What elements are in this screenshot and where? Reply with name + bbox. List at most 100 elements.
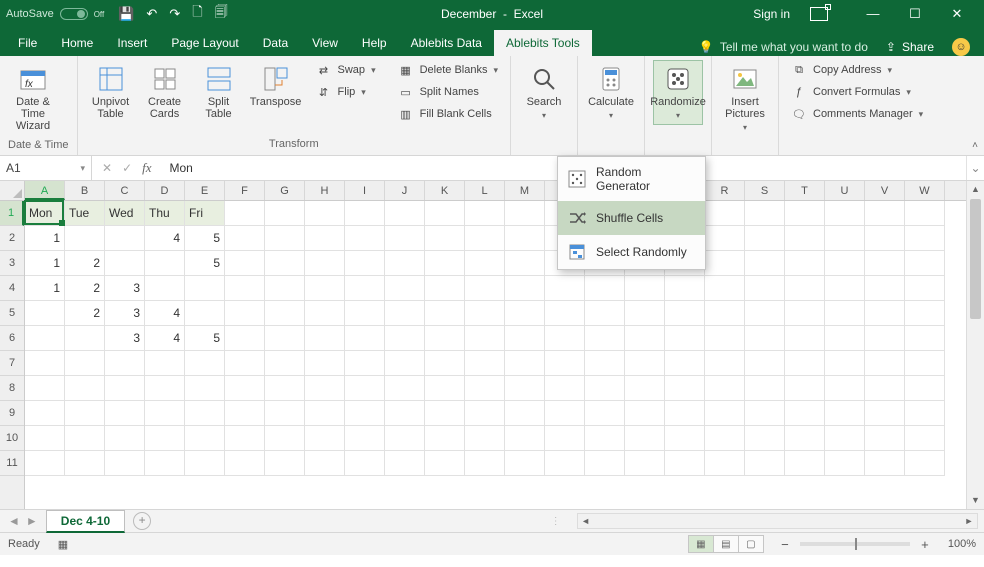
cell[interactable] — [825, 201, 865, 226]
cell[interactable] — [425, 226, 465, 251]
cell[interactable] — [745, 326, 785, 351]
cell[interactable] — [25, 326, 65, 351]
cell[interactable] — [825, 226, 865, 251]
cell[interactable] — [705, 301, 745, 326]
page-layout-view-icon[interactable]: ▤ — [713, 535, 739, 553]
cell[interactable] — [345, 351, 385, 376]
cell[interactable] — [625, 451, 665, 476]
convert-formulas-button[interactable]: ƒConvert Formulas — [787, 82, 927, 102]
cell[interactable] — [425, 351, 465, 376]
tell-me-search[interactable]: 💡 Tell me what you want to do — [699, 40, 868, 54]
row-header-7[interactable]: 7 — [0, 351, 24, 376]
cell[interactable] — [505, 276, 545, 301]
cell[interactable] — [665, 301, 705, 326]
vertical-scrollbar[interactable]: ▲ ▼ — [966, 181, 984, 509]
cell[interactable] — [785, 376, 825, 401]
new-file-icon[interactable]: 🗋 — [192, 3, 202, 25]
col-header-B[interactable]: B — [65, 181, 105, 200]
cell[interactable] — [305, 451, 345, 476]
zoom-in-button[interactable]: + — [918, 537, 932, 552]
cell[interactable] — [145, 376, 185, 401]
cell[interactable] — [65, 376, 105, 401]
cell[interactable] — [225, 351, 265, 376]
cell[interactable] — [545, 451, 585, 476]
enter-formula-icon[interactable]: ✓ — [122, 161, 132, 175]
col-header-T[interactable]: T — [785, 181, 825, 200]
cell[interactable] — [65, 401, 105, 426]
cell[interactable] — [105, 376, 145, 401]
cell[interactable] — [865, 226, 905, 251]
cell[interactable] — [745, 226, 785, 251]
cell[interactable] — [785, 251, 825, 276]
cell[interactable]: 4 — [145, 301, 185, 326]
undo-icon[interactable]: ↶ — [146, 6, 157, 22]
cell[interactable] — [905, 301, 945, 326]
col-header-D[interactable]: D — [145, 181, 185, 200]
cell[interactable] — [105, 426, 145, 451]
cell[interactable]: 5 — [185, 326, 225, 351]
cell[interactable] — [865, 451, 905, 476]
cell[interactable] — [745, 276, 785, 301]
cell[interactable] — [385, 226, 425, 251]
cell[interactable] — [385, 451, 425, 476]
cells-area[interactable]: MonTueWedThuFri145125123234345 — [25, 201, 966, 509]
cell[interactable] — [65, 351, 105, 376]
cell[interactable] — [665, 351, 705, 376]
col-header-G[interactable]: G — [265, 181, 305, 200]
col-header-K[interactable]: K — [425, 181, 465, 200]
cell[interactable] — [425, 376, 465, 401]
col-header-W[interactable]: W — [905, 181, 945, 200]
cell[interactable] — [865, 401, 905, 426]
col-header-S[interactable]: S — [745, 181, 785, 200]
cell[interactable]: 5 — [185, 251, 225, 276]
cell[interactable] — [185, 426, 225, 451]
cell[interactable] — [425, 451, 465, 476]
search-button[interactable]: Search ▾ — [519, 60, 569, 125]
cell[interactable] — [545, 351, 585, 376]
cell[interactable] — [665, 426, 705, 451]
share-button[interactable]: ⇪ Share — [886, 40, 934, 54]
autosave-toggle[interactable]: AutoSave Off — [6, 8, 104, 20]
close-button[interactable]: ✕ — [942, 6, 972, 22]
cell[interactable] — [105, 251, 145, 276]
delete-blanks-button[interactable]: ▦Delete Blanks — [394, 60, 502, 80]
row-header-9[interactable]: 9 — [0, 401, 24, 426]
cell[interactable] — [265, 351, 305, 376]
cell[interactable]: 4 — [145, 226, 185, 251]
cell[interactable] — [385, 301, 425, 326]
tab-ablebits-tools[interactable]: Ablebits Tools — [494, 30, 592, 56]
cell[interactable] — [305, 401, 345, 426]
name-box[interactable]: A1 ▾ — [0, 156, 92, 180]
split-names-button[interactable]: ▭Split Names — [394, 82, 502, 102]
cell[interactable] — [465, 276, 505, 301]
transpose-button[interactable]: Transpose — [248, 60, 304, 113]
expand-formula-bar-icon[interactable]: ⌄ — [966, 156, 984, 180]
cell[interactable] — [185, 451, 225, 476]
cell[interactable]: 1 — [25, 276, 65, 301]
cell[interactable] — [65, 426, 105, 451]
cell[interactable] — [345, 376, 385, 401]
cell[interactable] — [745, 376, 785, 401]
row-header-10[interactable]: 10 — [0, 426, 24, 451]
cell[interactable] — [705, 451, 745, 476]
comments-manager-button[interactable]: 🗨Comments Manager — [787, 104, 927, 124]
cell[interactable] — [465, 226, 505, 251]
cell[interactable]: 4 — [145, 326, 185, 351]
cell[interactable] — [425, 201, 465, 226]
cell[interactable] — [145, 276, 185, 301]
flip-button[interactable]: ⇵Flip — [312, 82, 380, 102]
add-sheet-button[interactable]: + — [133, 512, 151, 530]
cell[interactable] — [585, 301, 625, 326]
cell[interactable] — [705, 251, 745, 276]
cell[interactable] — [385, 326, 425, 351]
cell[interactable] — [505, 301, 545, 326]
cell[interactable] — [745, 301, 785, 326]
cell[interactable] — [745, 201, 785, 226]
col-header-J[interactable]: J — [385, 181, 425, 200]
cell[interactable] — [265, 326, 305, 351]
randomize-button[interactable]: Randomize ▾ — [653, 60, 703, 125]
cell[interactable]: Fri — [185, 201, 225, 226]
col-header-L[interactable]: L — [465, 181, 505, 200]
cell[interactable] — [785, 426, 825, 451]
cell[interactable] — [505, 426, 545, 451]
